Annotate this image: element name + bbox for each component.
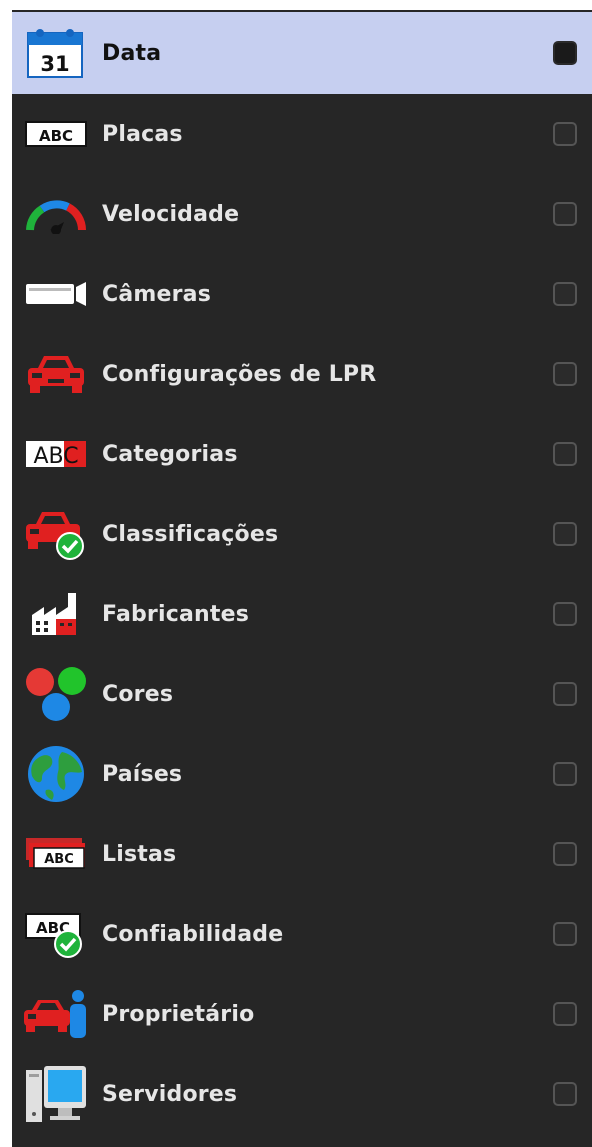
filter-item-label: Listas: [102, 841, 177, 867]
filter-checkbox[interactable]: [553, 922, 577, 946]
filter-item-label: Servidores: [102, 1081, 238, 1107]
speedometer-icon: [24, 184, 88, 244]
filter-item-label: Data: [102, 40, 162, 66]
plate-check-icon: ABC: [24, 904, 88, 964]
filter-item-classificacoes[interactable]: Classificações: [12, 494, 592, 574]
filter-checkbox[interactable]: [553, 1002, 577, 1026]
filter-item-paises[interactable]: Países: [12, 734, 592, 814]
filter-checkbox[interactable]: [553, 682, 577, 706]
filter-checkbox[interactable]: [553, 602, 577, 626]
car-check-icon: [24, 504, 88, 564]
filter-item-label: Fabricantes: [102, 601, 250, 627]
license-plate-icon: ABC: [24, 104, 88, 164]
calendar-icon: 31: [24, 23, 88, 83]
filter-checkbox[interactable]: [553, 442, 577, 466]
factory-icon: [24, 584, 88, 644]
filter-checkbox[interactable]: [553, 282, 577, 306]
filter-item-categorias[interactable]: ABC Categorias: [12, 414, 592, 494]
filter-checkbox[interactable]: [553, 1082, 577, 1106]
filter-item-listas[interactable]: ABC Listas: [12, 814, 592, 894]
filter-item-cores[interactable]: Cores: [12, 654, 592, 734]
filter-checkbox[interactable]: [553, 762, 577, 786]
filter-checkbox[interactable]: [553, 122, 577, 146]
filter-checkbox[interactable]: [553, 202, 577, 226]
filter-item-label: Proprietário: [102, 1001, 255, 1027]
car-owner-icon: [24, 984, 88, 1044]
filter-item-label: Velocidade: [102, 201, 240, 227]
filter-item-proprietario[interactable]: Proprietário: [12, 974, 592, 1054]
filter-item-label: Câmeras: [102, 281, 212, 307]
filter-item-velocidade[interactable]: Velocidade: [12, 174, 592, 254]
filter-item-confiabilidade[interactable]: ABC Confiabilidade: [12, 894, 592, 974]
filter-checkbox[interactable]: [553, 362, 577, 386]
filter-item-label: Configurações de LPR: [102, 361, 377, 387]
filter-item-label: Placas: [102, 121, 183, 147]
calendar-day-text: 31: [40, 52, 69, 76]
plate-list-icon: ABC: [24, 824, 88, 884]
filter-item-cameras[interactable]: Câmeras: [12, 254, 592, 334]
filter-item-servidores[interactable]: Servidores: [12, 1054, 592, 1134]
filter-item-fabricantes[interactable]: Fabricantes: [12, 574, 592, 654]
filter-item-label: Confiabilidade: [102, 921, 284, 947]
filter-item-placas[interactable]: ABC Placas: [12, 94, 592, 174]
filter-item-label: Classificações: [102, 521, 279, 547]
filter-checkbox[interactable]: [553, 522, 577, 546]
category-plate-icon: ABC: [24, 424, 88, 484]
camera-icon: [24, 264, 88, 324]
filter-item-label: Categorias: [102, 441, 238, 467]
filter-panel: 31 Data ABC Placas Velocidade Câmeras Co…: [12, 10, 592, 1147]
filter-item-label: Cores: [102, 681, 174, 707]
server-icon: [24, 1064, 88, 1124]
filter-item-label: Países: [102, 761, 183, 787]
filter-item-configuracoes-lpr[interactable]: Configurações de LPR: [12, 334, 592, 414]
plate-text: ABC: [33, 444, 78, 469]
filter-item-data[interactable]: 31 Data: [12, 12, 592, 94]
globe-icon: [24, 744, 88, 804]
car-icon: [24, 344, 88, 404]
filter-checkbox[interactable]: [553, 41, 577, 65]
plate-text: ABC: [39, 127, 73, 145]
color-dots-icon: [24, 664, 88, 724]
filter-checkbox[interactable]: [553, 842, 577, 866]
plate-text: ABC: [44, 852, 74, 867]
